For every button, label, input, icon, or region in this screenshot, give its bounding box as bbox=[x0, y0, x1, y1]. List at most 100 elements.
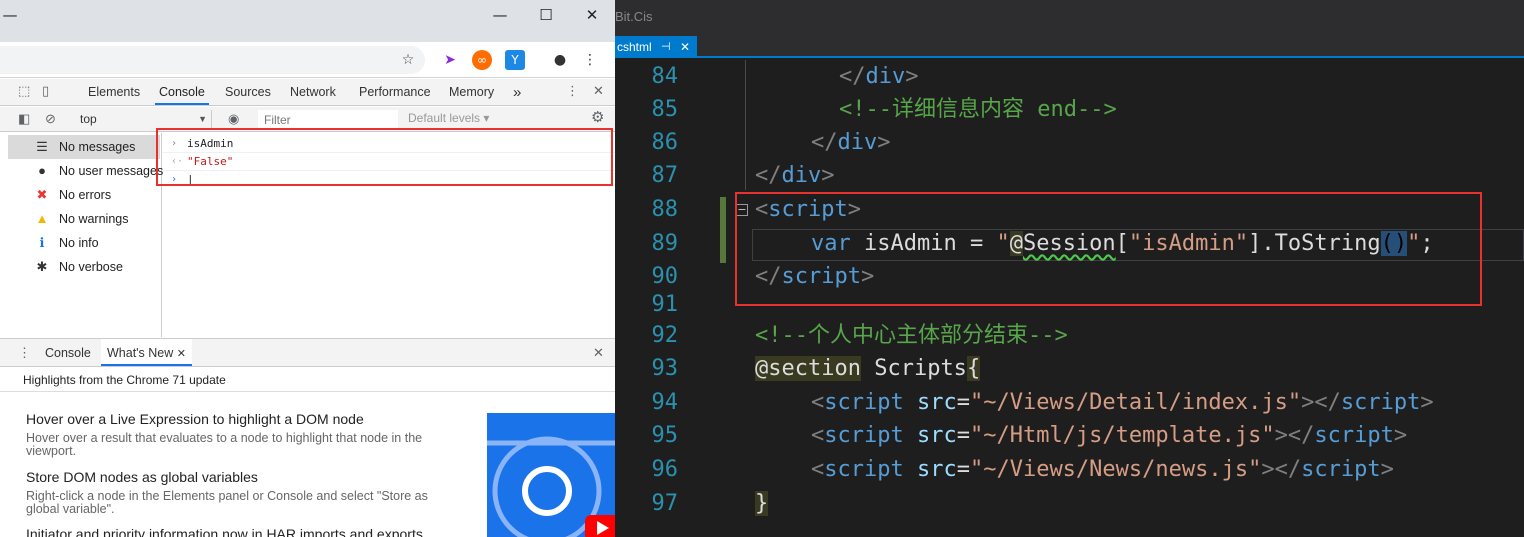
line-number: 97 bbox=[651, 491, 679, 516]
feature-title[interactable]: Hover over a Live Expression to highligh… bbox=[26, 411, 364, 427]
close-button[interactable]: ✕ bbox=[569, 0, 615, 30]
tab-memory[interactable]: Memory bbox=[449, 79, 494, 105]
minimize-icon: — bbox=[2, 6, 18, 24]
code-line[interactable]: </div> bbox=[839, 62, 919, 92]
code-line[interactable]: </div> bbox=[755, 161, 835, 191]
whats-new-content: Hover over a Live Expression to highligh… bbox=[0, 393, 615, 537]
minimize-button[interactable]: — bbox=[477, 0, 523, 30]
drawer-tab-whats-new[interactable]: What's New ✕ bbox=[101, 339, 192, 366]
code-editor: Bit.Cis cshtml ⊣ ✕ 84 85 86 87 88 89 90 91 92 93 9… bbox=[615, 0, 1524, 537]
devtools-menu-icon[interactable]: ⋮ bbox=[566, 84, 579, 100]
code-line[interactable]: @section Scripts{ bbox=[755, 354, 981, 384]
line-number: 92 bbox=[651, 323, 679, 348]
code-line[interactable]: <script src="~/Views/News/news.js"></scr… bbox=[811, 455, 1394, 485]
filter-input[interactable] bbox=[258, 110, 398, 129]
bookmark-star-icon[interactable]: ☆ bbox=[398, 50, 418, 70]
code-token: > bbox=[1380, 457, 1394, 482]
drawer-tab-console[interactable]: Console bbox=[45, 339, 91, 366]
close-icon[interactable]: ✕ bbox=[680, 36, 690, 58]
code-token: = bbox=[956, 457, 970, 482]
code-line[interactable]: <script src="~/Html/js/template.js"></sc… bbox=[811, 421, 1407, 451]
feature-title[interactable]: Initiator and priority information now i… bbox=[26, 526, 423, 537]
sidebar-item-errors[interactable]: ✖ No errors bbox=[8, 183, 160, 207]
close-icon: ✕ bbox=[585, 6, 599, 24]
code-line[interactable]: <!--个人中心主体部分结束--> bbox=[755, 321, 1068, 351]
line-number: 91 bbox=[651, 292, 679, 317]
sidebar-item-warnings[interactable]: ▲ No warnings bbox=[8, 207, 160, 231]
more-tabs-button[interactable]: » bbox=[513, 79, 521, 105]
editor-titlebar: Bit.Cis bbox=[615, 0, 1524, 36]
gear-icon[interactable]: ⚙ bbox=[591, 110, 604, 126]
address-bar[interactable] bbox=[0, 46, 425, 74]
code-token: </ bbox=[755, 163, 782, 188]
drawer-menu-icon[interactable]: ⋮ bbox=[18, 345, 31, 361]
pin-icon[interactable]: ⊣ bbox=[661, 36, 671, 58]
context-select[interactable]: top ▼ bbox=[72, 110, 212, 129]
chrome-window: — — ☐ ✕ ☆ ➤ ∞ Y ● ⋮ ⬚ ▯ Elements Console… bbox=[0, 0, 615, 537]
sidebar-item-info[interactable]: ℹ No info bbox=[8, 231, 160, 255]
code-token: @section bbox=[755, 356, 861, 381]
maximize-button[interactable]: ☐ bbox=[523, 0, 569, 30]
live-expression-eye-icon[interactable]: ◉ bbox=[228, 111, 239, 127]
editor-tabbar: cshtml ⊣ ✕ bbox=[615, 36, 1524, 58]
code-token: </ bbox=[811, 130, 838, 155]
tab-elements[interactable]: Elements bbox=[88, 79, 140, 105]
code-token: < bbox=[811, 457, 825, 482]
console-sidebar: ☰ No messages ● No user messages ✖ No er… bbox=[0, 133, 164, 337]
devtools-tabbar: ⬚ ▯ Elements Console Sources Network Per… bbox=[0, 79, 615, 106]
infinity-extension-icon[interactable]: ∞ bbox=[472, 50, 492, 70]
tab-label: What's New bbox=[107, 346, 174, 360]
y-extension-icon[interactable]: Y bbox=[505, 50, 525, 70]
line-number: 93 bbox=[651, 356, 679, 381]
user-icon: ● bbox=[38, 163, 46, 178]
tab-console[interactable]: Console bbox=[155, 79, 209, 105]
sidebar-toggle-icon[interactable]: ◧ bbox=[18, 111, 30, 127]
inspect-element-icon[interactable]: ⬚ bbox=[18, 84, 30, 100]
sidebar-item-label: No warnings bbox=[59, 212, 129, 226]
minimize-icon: — bbox=[492, 6, 508, 24]
drawer-tabbar: ⋮ Console What's New ✕ ✕ bbox=[0, 338, 615, 367]
code-line[interactable]: } bbox=[755, 489, 769, 519]
sidebar-item-label: No user messages bbox=[59, 164, 164, 178]
code-token: > bbox=[877, 130, 891, 155]
menu-kebab-icon[interactable]: ⋮ bbox=[580, 50, 600, 70]
line-number: 96 bbox=[651, 457, 679, 482]
sidebar-item-label: No errors bbox=[59, 188, 112, 202]
clear-console-icon[interactable]: ⊘ bbox=[45, 111, 56, 127]
banner-text: Highlights from the Chrome 71 update bbox=[23, 373, 226, 387]
log-levels-select[interactable]: Default levels ▾ bbox=[408, 111, 489, 125]
sidebar-item-user-messages[interactable]: ● No user messages bbox=[8, 159, 164, 183]
cursor-extension-icon[interactable]: ➤ bbox=[440, 50, 460, 70]
tab-sources[interactable]: Sources bbox=[225, 79, 271, 105]
document-tab[interactable]: cshtml ⊣ ✕ bbox=[615, 36, 697, 58]
line-number: 88 bbox=[651, 197, 679, 222]
chrome-logo-graphic bbox=[487, 436, 615, 537]
devtools-close-icon[interactable]: ✕ bbox=[593, 84, 604, 100]
sidebar-item-messages[interactable]: ☰ No messages bbox=[8, 135, 160, 159]
profile-avatar-icon[interactable]: ● bbox=[550, 50, 570, 70]
chrome-update-video-thumbnail[interactable] bbox=[487, 413, 615, 537]
code-token: ></ bbox=[1261, 457, 1302, 482]
warning-icon: ▲ bbox=[35, 211, 49, 226]
tab-performance[interactable]: Performance bbox=[359, 79, 431, 105]
code-token: </ bbox=[839, 64, 866, 89]
sidebar-item-verbose[interactable]: ✱ No verbose bbox=[8, 255, 160, 279]
code-line[interactable]: <!--详细信息内容 end--> bbox=[839, 95, 1117, 125]
line-number-gutter: 84 85 86 87 88 89 90 91 92 93 94 95 96 97 bbox=[615, 60, 687, 537]
drawer-close-icon[interactable]: ✕ bbox=[593, 345, 604, 361]
code-line[interactable]: </div> bbox=[811, 128, 891, 158]
indent-guide bbox=[745, 60, 746, 190]
feature-title[interactable]: Store DOM nodes as global variables bbox=[26, 469, 258, 485]
code-token: "~/Views/News/news.js" bbox=[969, 457, 1262, 482]
code-token: div bbox=[837, 130, 878, 155]
sidebar-item-label: No info bbox=[59, 236, 99, 250]
code-token: > bbox=[905, 64, 919, 89]
code-line[interactable]: <script src="~/Views/Detail/index.js"></… bbox=[811, 388, 1434, 418]
info-icon: ℹ bbox=[39, 235, 45, 250]
tab-network[interactable]: Network bbox=[290, 79, 336, 105]
device-toolbar-icon[interactable]: ▯ bbox=[42, 84, 49, 100]
maximize-icon: ☐ bbox=[539, 6, 553, 24]
code-token: <!--个人中心主体部分结束--> bbox=[755, 323, 1068, 348]
close-icon[interactable]: ✕ bbox=[177, 348, 186, 360]
sidebar-item-label: No messages bbox=[59, 140, 136, 154]
